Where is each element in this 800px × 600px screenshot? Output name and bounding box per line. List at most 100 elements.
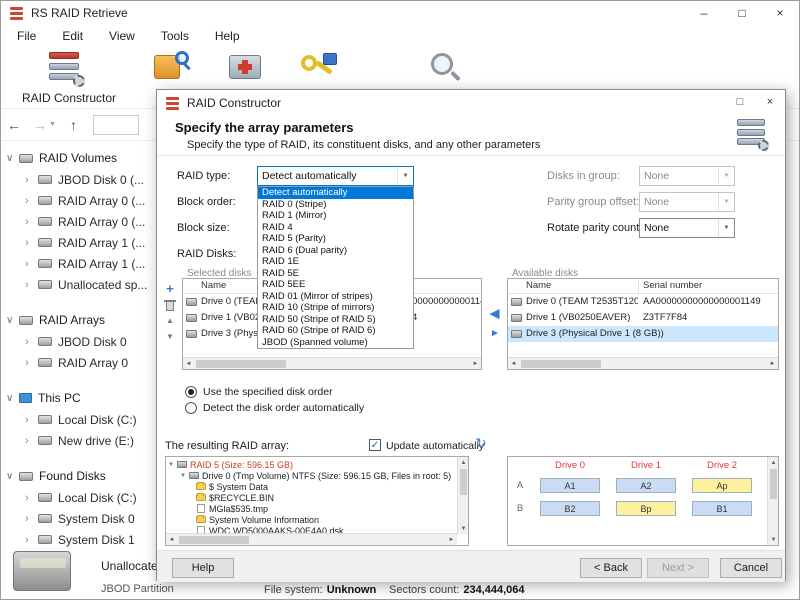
chevron-right-icon[interactable]: › [25, 534, 38, 546]
scroll-down-icon[interactable]: ▼ [458, 523, 469, 534]
chevron-right-icon[interactable]: › [25, 258, 38, 270]
move-down-icon[interactable]: ▼ [162, 330, 178, 346]
dropdown-option[interactable]: RAID 4 [258, 222, 413, 234]
chevron-right-icon[interactable]: › [25, 357, 38, 369]
combo-arrow-icon[interactable]: ▼ [397, 167, 413, 185]
dropdown-option[interactable]: RAID 01 (Mirror of stripes) [258, 291, 413, 303]
sidebar-item-raid-array-0-array[interactable]: ›RAID Array 0 [1, 352, 157, 373]
available-disk-row-selected[interactable]: Drive 3 (Physical Drive 1 (8 GB)) [508, 326, 778, 342]
available-disk-row[interactable]: Drive 1 (VB0250EAVER) Z3TF7F84 [508, 310, 778, 326]
raid-type-combobox[interactable]: Detect automatically ▼ [257, 166, 414, 186]
chevron-right-icon[interactable]: › [25, 513, 38, 525]
radio-detect-order[interactable] [185, 402, 197, 414]
menu-help[interactable]: Help [205, 27, 250, 45]
horizontal-scrollbar[interactable]: ◄ ► [166, 533, 457, 545]
rotate-parity-count-combobox[interactable]: None ▼ [639, 218, 735, 238]
chevron-right-icon[interactable]: › [25, 195, 38, 207]
help-button[interactable]: Help [172, 558, 234, 578]
dropdown-option[interactable]: RAID 0 (Stripe) [258, 199, 413, 211]
tree-expander-icon[interactable]: ▼ [168, 462, 177, 468]
back-button[interactable]: < Back [580, 558, 642, 578]
sidebar-item-local-disk-c[interactable]: ›Local Disk (C:) [1, 409, 157, 430]
vertical-scrollbar[interactable]: ▲ ▼ [457, 457, 468, 534]
menu-tools[interactable]: Tools [151, 27, 199, 45]
result-tree-root[interactable]: ▼ RAID 5 (Size: 596.15 GB) [168, 459, 458, 470]
sidebar-item-raid-array-0a[interactable]: ›RAID Array 0 (... [1, 190, 157, 211]
dropdown-option[interactable]: RAID 50 (Stripe of RAID 5) [258, 314, 413, 326]
raid-constructor-icon[interactable] [47, 51, 85, 87]
update-automatically-checkbox[interactable]: ✓ [369, 439, 381, 451]
chevron-right-icon[interactable]: › [25, 336, 38, 348]
transfer-left-icon[interactable]: ◄ [486, 304, 503, 324]
dialog-close-button[interactable]: × [755, 91, 785, 113]
nav-history-chevron-icon[interactable]: ▼ [49, 121, 56, 128]
sidebar-group-found-disks[interactable]: ∨ Found Disks [1, 465, 157, 487]
scroll-left-icon[interactable]: ◄ [166, 534, 177, 545]
sidebar-item-unallocated[interactable]: ›Unallocated sp... [1, 274, 157, 295]
scroll-down-icon[interactable]: ▼ [768, 534, 779, 545]
cancel-button[interactable]: Cancel [720, 558, 782, 578]
horizontal-scrollbar[interactable]: ◄ ► [183, 357, 481, 369]
result-tree-item[interactable]: MGla$535.tmp [168, 503, 458, 514]
scrollbar-thumb[interactable] [770, 469, 777, 499]
sidebar-group-raid-volumes[interactable]: ∨ RAID Volumes [1, 147, 157, 169]
close-button[interactable]: × [761, 1, 799, 25]
result-tree-item[interactable]: System Volume Information [168, 514, 458, 525]
result-tree-item[interactable]: $RECYCLE.BIN [168, 492, 458, 503]
combo-arrow-icon[interactable]: ▼ [718, 219, 734, 237]
chevron-down-icon[interactable]: ∨ [6, 315, 19, 326]
chevron-down-icon[interactable]: ∨ [6, 153, 19, 164]
menu-file[interactable]: File [7, 27, 46, 45]
scroll-up-icon[interactable]: ▲ [458, 457, 469, 468]
dropdown-option[interactable]: RAID 5 (Parity) [258, 233, 413, 245]
result-tree-item[interactable]: $ System Data [168, 481, 458, 492]
chevron-right-icon[interactable]: › [25, 492, 38, 504]
chevron-down-icon[interactable]: ∨ [6, 393, 19, 404]
minimize-button[interactable]: – [685, 1, 723, 25]
sidebar-item-found-local-disk[interactable]: ›Local Disk (C:) [1, 487, 157, 508]
dropdown-option[interactable]: RAID 5EE [258, 279, 413, 291]
scroll-left-icon[interactable]: ◄ [508, 358, 519, 369]
sidebar-group-this-pc[interactable]: ∨ This PC [1, 387, 157, 409]
chevron-right-icon[interactable]: › [25, 279, 38, 291]
dropdown-option[interactable]: RAID 10 (Stripe of mirrors) [258, 302, 413, 314]
disk-search-icon[interactable] [153, 51, 189, 85]
menu-edit[interactable]: Edit [52, 27, 93, 45]
dropdown-option[interactable]: RAID 5E [258, 268, 413, 280]
refresh-icon[interactable]: ↻ [475, 435, 487, 452]
repair-kit-icon[interactable] [229, 53, 263, 83]
horizontal-scrollbar[interactable]: ◄ ► [508, 357, 778, 369]
scrollbar-thumb[interactable] [460, 469, 467, 495]
nav-back-icon[interactable]: ← [1, 117, 27, 133]
menu-view[interactable]: View [99, 27, 145, 45]
chevron-right-icon[interactable]: › [25, 237, 38, 249]
delete-disk-icon[interactable] [162, 298, 178, 314]
chevron-right-icon[interactable]: › [25, 216, 38, 228]
sidebar-item-jbod-disk-0[interactable]: ›JBOD Disk 0 (... [1, 169, 157, 190]
dropdown-option[interactable]: RAID 1E [258, 256, 413, 268]
unlock-key-icon[interactable] [301, 51, 341, 85]
scroll-right-icon[interactable]: ► [470, 358, 481, 369]
scrollbar-thumb[interactable] [521, 360, 601, 368]
chevron-right-icon[interactable]: › [25, 435, 38, 447]
dropdown-option[interactable]: JBOD (Spanned volume) [258, 337, 413, 349]
sidebar-item-raid-array-0b[interactable]: ›RAID Array 0 (... [1, 211, 157, 232]
scrollbar-thumb[interactable] [179, 536, 249, 544]
dropdown-option[interactable]: RAID 60 (Stripe of RAID 6) [258, 325, 413, 337]
chevron-right-icon[interactable]: › [25, 414, 38, 426]
parity-group-offset-combobox[interactable]: None ▼ [639, 192, 735, 212]
scroll-up-icon[interactable]: ▲ [768, 457, 779, 468]
next-button[interactable]: Next > [647, 558, 709, 578]
sidebar-item-jbod-disk-0-array[interactable]: ›JBOD Disk 0 [1, 331, 157, 352]
tree-expander-icon[interactable]: ▼ [180, 473, 189, 479]
dropdown-option[interactable]: RAID 1 (Mirror) [258, 210, 413, 222]
sidebar-item-new-drive-e[interactable]: ›New drive (E:) [1, 430, 157, 451]
add-disk-icon[interactable]: + [162, 282, 178, 298]
available-disk-row[interactable]: Drive 0 (TEAM T2535T120G) AA000000000000… [508, 294, 778, 310]
chevron-right-icon[interactable]: › [25, 174, 38, 186]
sidebar-item-raid-array-1a[interactable]: ›RAID Array 1 (... [1, 232, 157, 253]
disks-in-group-combobox[interactable]: None ▼ [639, 166, 735, 186]
scroll-right-icon[interactable]: ► [446, 534, 457, 545]
dropdown-option[interactable]: RAID 6 (Dual parity) [258, 245, 413, 257]
nav-up-icon[interactable]: ↑ [64, 117, 83, 133]
